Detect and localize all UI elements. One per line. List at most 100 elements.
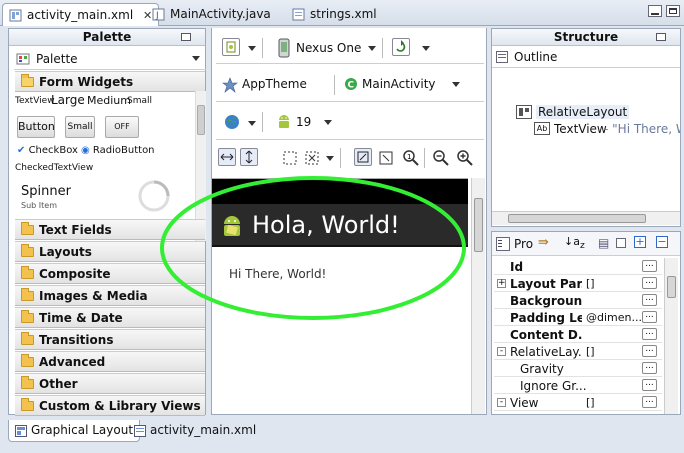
category-layouts[interactable]: Layouts — [15, 241, 205, 262]
category-advanced[interactable]: Advanced — [15, 351, 205, 372]
minimize-icon[interactable] — [648, 5, 662, 17]
property-row[interactable]: Id... — [494, 258, 662, 275]
rotate-orientation-icon[interactable] — [392, 38, 410, 56]
layout-config-icon[interactable] — [222, 38, 240, 56]
chevron-down-icon[interactable] — [324, 120, 332, 125]
edit-value-button[interactable]: ... — [642, 379, 657, 391]
minimize-panel-icon[interactable] — [656, 33, 666, 41]
property-row[interactable]: Padding Left @dimen...... — [494, 309, 662, 326]
zoom-out-icon[interactable] — [432, 149, 450, 167]
widget-toggle-button[interactable]: OFF — [105, 116, 139, 138]
category-images-media[interactable]: Images & Media — [15, 285, 205, 306]
edit-value-button[interactable]: ... — [642, 260, 657, 272]
widget-large-text[interactable]: Large — [51, 93, 85, 107]
xml-file-icon — [292, 8, 305, 21]
property-row[interactable]: Content D...... — [494, 326, 662, 343]
category-other[interactable]: Other — [15, 373, 205, 394]
property-row[interactable]: Gravity... — [494, 360, 662, 377]
widget-checkbox[interactable]: ✔ CheckBox — [17, 145, 78, 156]
edit-value-button[interactable]: ... — [642, 345, 657, 357]
fit-width-icon[interactable] — [218, 148, 236, 166]
widget-medium-text[interactable]: Medium — [87, 94, 131, 107]
canvas-scrollbar[interactable] — [471, 178, 485, 414]
outline-scrollbar[interactable] — [492, 211, 680, 225]
category-form-widgets[interactable]: Form Widgets — [15, 71, 205, 92]
collapse-all-icon[interactable] — [616, 238, 626, 248]
widget-spinner[interactable]: Spinner — [21, 184, 71, 199]
chevron-down-icon[interactable] — [422, 46, 430, 51]
scroll-thumb[interactable] — [474, 198, 483, 252]
theme-selector[interactable]: AppTheme — [242, 77, 307, 91]
property-value[interactable]: [] — [586, 345, 646, 358]
property-row[interactable]: Background... — [494, 292, 662, 309]
palette-selector[interactable]: Palette — [14, 49, 206, 70]
chevron-down-icon[interactable] — [248, 46, 256, 51]
scroll-thumb[interactable] — [197, 105, 205, 135]
progress-spinner-icon[interactable] — [137, 179, 171, 213]
resize-icon[interactable] — [304, 150, 320, 166]
emulate-real-size-icon[interactable] — [354, 148, 372, 166]
device-preview[interactable]: Hola, World! Hi There, World! — [212, 178, 468, 414]
globe-icon[interactable] — [224, 114, 240, 130]
chevron-down-icon[interactable] — [248, 121, 256, 126]
device-selector[interactable]: Nexus One — [296, 41, 361, 55]
property-row[interactable]: - View []... — [494, 394, 662, 411]
expand-all-icon[interactable]: + — [634, 236, 646, 248]
property-row[interactable]: Ignore Gr...... — [494, 377, 662, 394]
properties-tab-label[interactable]: Pro — [514, 237, 533, 251]
property-value[interactable]: [] — [586, 277, 646, 290]
api-level-selector[interactable]: 19 — [296, 115, 311, 129]
property-row[interactable]: + Layout Par... []... — [494, 275, 662, 292]
edit-value-button[interactable]: ... — [642, 328, 657, 340]
property-row[interactable]: - RelativeLay... []... — [494, 343, 662, 360]
property-value[interactable]: @dimen... — [586, 311, 646, 324]
chevron-down-icon[interactable] — [326, 156, 334, 161]
tab-graphical-layout[interactable]: Graphical Layout — [8, 420, 141, 442]
widget-small-text[interactable]: Small — [127, 96, 152, 106]
maximize-icon[interactable] — [666, 5, 680, 17]
zoom-actual-size-icon[interactable]: 1 — [402, 149, 420, 167]
edit-value-button[interactable]: ... — [642, 396, 657, 408]
widget-small-button[interactable]: Small — [65, 116, 95, 138]
minimize-panel-icon[interactable] — [181, 33, 191, 41]
chevron-down-icon[interactable] — [452, 82, 460, 87]
collapse-icon[interactable]: - — [497, 398, 506, 407]
fit-height-icon[interactable] — [240, 148, 258, 166]
advanced-properties-icon[interactable]: ▤ — [598, 236, 609, 250]
category-composite[interactable]: Composite — [15, 263, 205, 284]
widget-spinner-subitem: Sub Item — [21, 201, 57, 210]
edit-value-button[interactable]: ... — [642, 311, 657, 323]
tab-mainactivity-java[interactable]: J MainActivity.java — [146, 3, 277, 26]
zoom-to-fit-icon[interactable] — [378, 150, 394, 166]
category-transitions[interactable]: Transitions — [15, 329, 205, 350]
chevron-down-icon[interactable] — [368, 46, 376, 51]
category-custom-library-views[interactable]: Custom & Library Views — [15, 395, 205, 416]
expand-icon[interactable]: + — [497, 279, 506, 288]
collapse-icon[interactable]: - — [497, 347, 506, 356]
chevron-down-icon[interactable] — [192, 56, 200, 61]
tab-xml-source[interactable]: activity_main.xml — [128, 420, 262, 442]
tab-strings-xml[interactable]: strings.xml — [286, 3, 383, 26]
edit-value-button[interactable]: ... — [642, 294, 657, 306]
zoom-in-icon[interactable] — [456, 149, 474, 167]
tab-activity-main-xml[interactable]: activity_main.xml ✕ — [2, 3, 160, 26]
hello-textview[interactable]: Hi There, World! — [229, 267, 326, 281]
widget-button[interactable]: Button — [17, 116, 55, 138]
collapse-icon[interactable]: − — [656, 236, 668, 248]
widget-textview[interactable]: TextView — [15, 96, 55, 106]
filter-icon[interactable]: ⇛ — [538, 235, 549, 250]
show-bounds-icon[interactable] — [282, 150, 298, 166]
activity-selector[interactable]: MainActivity — [362, 77, 436, 91]
widget-radiobutton[interactable]: ◉ RadioButton — [81, 145, 155, 156]
edit-value-button[interactable]: ... — [642, 362, 657, 374]
category-time-date[interactable]: Time & Date — [15, 307, 205, 328]
scroll-thumb[interactable] — [667, 276, 676, 298]
widget-checkedtextview[interactable]: CheckedTextView — [15, 163, 93, 173]
edit-value-button[interactable]: ... — [642, 277, 657, 289]
category-text-fields[interactable]: Text Fields — [15, 219, 205, 240]
scroll-thumb[interactable] — [508, 214, 646, 223]
properties-scrollbar[interactable] — [664, 258, 678, 414]
sort-az-icon[interactable]: ↓az — [564, 235, 585, 251]
property-value[interactable]: [] — [586, 396, 646, 409]
tree-item-textview[interactable]: Ab TextView - "Hi There, W — [534, 121, 680, 137]
